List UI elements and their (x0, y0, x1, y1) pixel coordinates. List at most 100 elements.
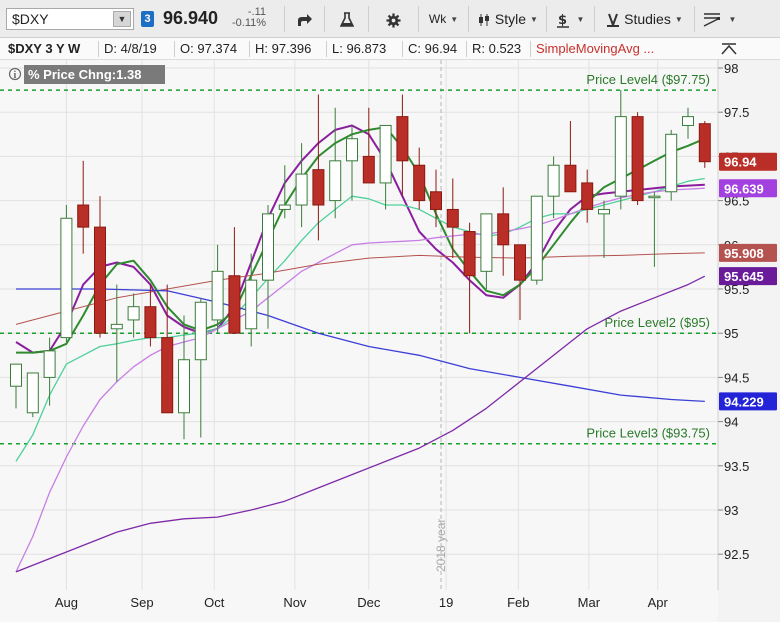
candle-body (362, 155, 375, 184)
price-badge: 96.639 (719, 179, 777, 198)
candle-body (127, 306, 140, 321)
flask-icon (339, 12, 354, 28)
flask-button[interactable] (324, 6, 368, 32)
candle (530, 195, 543, 285)
x-tick-label: Apr (648, 595, 669, 610)
pct-change-box: i % Price Chng:1.38 (8, 65, 165, 84)
y-tick-label: 94 (724, 415, 738, 430)
candle-body (211, 270, 224, 321)
style-menu[interactable]: Style ▼ (468, 6, 546, 32)
price-badge-label: 95.908 (724, 246, 764, 261)
style-label: Style (494, 11, 527, 27)
price-badge-label: 96.94 (724, 155, 757, 170)
candle-body (161, 337, 174, 414)
candle-body (144, 306, 157, 339)
candle (631, 112, 644, 206)
candles-icon (479, 14, 490, 27)
candle-body (194, 301, 207, 361)
x-tick-label: Sep (130, 595, 153, 610)
price-level-label: Price Level3 ($93.75) (586, 426, 710, 441)
candle-body (631, 116, 644, 202)
divider (466, 41, 467, 57)
y-tick-label: 93.5 (724, 459, 749, 474)
candle-body (698, 123, 711, 163)
info-icon-glyph: i (14, 70, 17, 81)
candle-body (463, 231, 476, 277)
price-level-label: Price Level4 ($97.75) (586, 72, 710, 87)
link-badge[interactable]: 3 (141, 11, 154, 27)
candle-body (379, 124, 392, 184)
candle-body (530, 195, 543, 281)
price-badge: 94.229 (719, 392, 777, 411)
caret-down-icon: ▼ (530, 15, 538, 25)
candle-body (228, 275, 241, 334)
candle-body (245, 279, 258, 330)
candle-body (446, 208, 459, 228)
x-tick-label: Aug (55, 595, 78, 610)
divider (530, 41, 531, 57)
aggregation-select[interactable]: Wk ▼ (418, 6, 468, 32)
chevron-down-icon[interactable]: ▼ (113, 11, 131, 27)
price-badge: 96.94 (719, 152, 777, 171)
candle (26, 372, 39, 418)
candle-body (648, 195, 661, 199)
caret-down-icon: ▼ (728, 15, 737, 25)
caret-down-icon: ▼ (674, 15, 683, 25)
divider (326, 41, 327, 57)
x-tick-label: Oct (204, 595, 225, 610)
studies-label: Studies (624, 11, 671, 27)
candle-body (110, 323, 123, 330)
drawings-icon (703, 13, 720, 27)
candle-body (26, 372, 39, 414)
aggregation-value: Wk (428, 12, 447, 26)
candle (665, 129, 678, 201)
candle-body (178, 359, 190, 414)
share-button[interactable] (284, 6, 324, 32)
price-badge: 95.645 (719, 267, 777, 286)
candle-body (43, 350, 56, 378)
price-level-label: Price Level2 ($95) (605, 315, 711, 330)
studies-menu[interactable]: Studies ▼ (594, 6, 694, 32)
symbol-input[interactable]: $DXY ▼ (6, 8, 134, 30)
price-chart[interactable]: 2018 year Price Level4 ($97.75) Price Lev… (0, 60, 780, 622)
svg-text:$: $ (558, 13, 567, 28)
candle-body (547, 164, 560, 197)
change-percent: -0.11% (232, 17, 267, 29)
x-tick-label: 19 (439, 595, 453, 610)
caret-down-icon: ▼ (450, 14, 459, 24)
info-bar: $DXY 3 Y W D: 4/8/19 O: 97.374 H: 97.396… (0, 38, 780, 60)
bar-close: C: 96.94 (408, 41, 458, 56)
bar-range: R: 0.523 (472, 41, 522, 56)
x-tick-label: Nov (283, 595, 307, 610)
year-marker-label: 2018 year (434, 519, 448, 572)
candle (60, 205, 73, 343)
candle-body (312, 169, 325, 206)
candle-body (497, 213, 510, 246)
candle-body (564, 164, 577, 193)
x-tick-label: Feb (507, 595, 529, 610)
bar-high: H: 97.396 (255, 41, 312, 56)
candle-body (262, 213, 274, 281)
price-badge-label: 94.229 (724, 394, 764, 409)
settings-button[interactable] (368, 6, 418, 32)
candle-body (10, 363, 22, 387)
dollar-menu[interactable]: $ ▼ (546, 6, 594, 32)
candle-body (480, 213, 493, 272)
y-tick-label: 94.5 (724, 370, 749, 385)
gear-icon (386, 13, 401, 28)
candle-body (329, 160, 342, 202)
x-tick-label: Mar (578, 595, 601, 610)
bar-date: D: 4/8/19 (104, 41, 157, 56)
study-label[interactable]: SimpleMovingAvg ... (536, 38, 654, 60)
candle-body (346, 138, 358, 162)
y-tick-label: 92.5 (724, 547, 749, 562)
candle-body (60, 217, 73, 339)
divider (402, 41, 403, 57)
studies-icon (607, 13, 620, 29)
share-icon (297, 14, 312, 27)
candle-body (94, 226, 106, 334)
drawings-menu[interactable]: ▼ (694, 6, 744, 32)
x-tick-label: Dec (357, 595, 381, 610)
pct-change-label: % Price Chng:1.38 (28, 67, 141, 82)
bar-open: O: 97.374 (180, 41, 238, 56)
